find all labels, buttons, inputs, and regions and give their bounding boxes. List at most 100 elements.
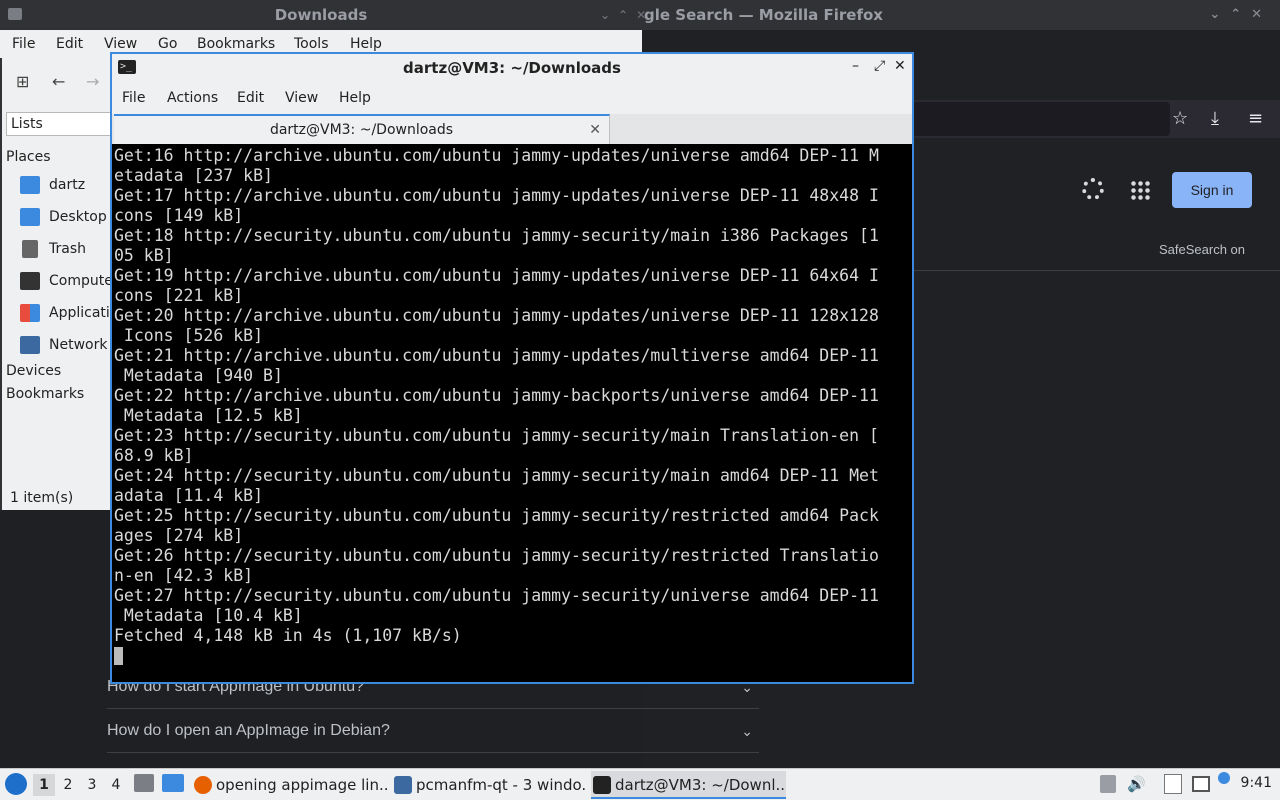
firefox-icon bbox=[194, 776, 212, 794]
terminal-line: Get:26 http://security.ubuntu.com/ubuntu… bbox=[114, 546, 879, 565]
url-bar[interactable] bbox=[912, 102, 1170, 136]
computer-icon bbox=[20, 272, 40, 290]
side-pane-mode-select[interactable]: Lists bbox=[6, 112, 114, 136]
terminal-line: Get:24 http://security.ubuntu.com/ubuntu… bbox=[114, 466, 879, 485]
terminal-menubar: File Actions Edit View Help bbox=[112, 82, 912, 114]
terminal-line: Icons [526 kB] bbox=[114, 326, 264, 345]
task-firefox[interactable]: opening appimage lin... bbox=[192, 771, 387, 799]
apps-grid-icon[interactable] bbox=[1130, 180, 1150, 200]
network-tray-icon[interactable] bbox=[1192, 776, 1210, 792]
terminal-line: ages [274 kB] bbox=[114, 526, 244, 545]
terminal-line: etadata [237 kB] bbox=[114, 166, 273, 185]
menu-tools[interactable]: Tools bbox=[294, 36, 329, 52]
terminal-output[interactable]: Get:16 http://archive.ubuntu.com/ubuntu … bbox=[114, 146, 910, 682]
place-item-computer[interactable]: Computer bbox=[20, 268, 114, 294]
menu-go[interactable]: Go bbox=[158, 36, 177, 52]
back-arrow-icon[interactable]: ← bbox=[52, 72, 65, 91]
close-icon[interactable]: ✕ bbox=[894, 58, 906, 74]
place-item-dartz[interactable]: dartz bbox=[20, 172, 114, 198]
menu-actions[interactable]: Actions bbox=[167, 90, 218, 106]
place-item-trash[interactable]: Trash bbox=[20, 236, 114, 262]
place-item-desktop[interactable]: Desktop bbox=[20, 204, 114, 230]
terminal-icon bbox=[593, 776, 611, 794]
applications-icon bbox=[20, 304, 40, 322]
terminal-window: >_ dartz@VM3: ~/Downloads – ⤢ ✕ File Act… bbox=[110, 52, 914, 684]
terminal-line: n-en [42.3 kB] bbox=[114, 566, 254, 585]
window-controls-icon[interactable]: ⌄⌃✕ bbox=[1209, 0, 1272, 30]
workspace-1[interactable]: 1 bbox=[33, 774, 55, 796]
workspace-2[interactable]: 2 bbox=[57, 774, 79, 796]
network-icon bbox=[20, 336, 40, 354]
download-icon[interactable]: ⤓ bbox=[1211, 108, 1219, 129]
task-label: pcmanfm-qt - 3 windo... bbox=[416, 776, 587, 794]
background-titlebars: Downloads ⌄⌃✕ gle Search — Mozilla Firef… bbox=[0, 0, 1280, 30]
clipboard-icon[interactable] bbox=[1164, 774, 1182, 794]
menu-view[interactable]: View bbox=[285, 90, 318, 106]
gear-icon[interactable] bbox=[1082, 178, 1104, 200]
menu-edit[interactable]: Edit bbox=[237, 90, 264, 106]
firefox-titlebar[interactable]: ⌄⌃✕ gle Search — Mozilla Firefox ⌄⌃✕ bbox=[600, 0, 1280, 30]
task-label: opening appimage lin... bbox=[216, 776, 387, 794]
volume-icon[interactable]: 🔊 bbox=[1127, 775, 1146, 793]
terminal-line: Get:19 http://archive.ubuntu.com/ubuntu … bbox=[114, 266, 879, 285]
file-manager-titlebar[interactable]: Downloads bbox=[0, 0, 642, 30]
place-item-applications[interactable]: Applications bbox=[20, 300, 114, 326]
home-folder-icon bbox=[20, 176, 40, 194]
terminal-line: Get:27 http://security.ubuntu.com/ubuntu… bbox=[114, 586, 879, 605]
faq-item[interactable]: How do I open an AppImage in Debian? ⌄ bbox=[107, 709, 759, 753]
terminal-title: dartz@VM3: ~/Downloads bbox=[403, 59, 621, 77]
close-tab-icon[interactable]: ✕ bbox=[589, 116, 601, 144]
menu-edit[interactable]: Edit bbox=[56, 36, 83, 52]
new-tab-icon[interactable]: ⊞ bbox=[16, 72, 29, 91]
faq-question: How do I open an AppImage in Debian? bbox=[107, 722, 390, 739]
safesearch-label[interactable]: SafeSearch on bbox=[1159, 242, 1245, 257]
start-menu-icon[interactable] bbox=[5, 773, 27, 795]
terminal-line: Get:16 http://archive.ubuntu.com/ubuntu … bbox=[114, 146, 879, 165]
task-label: dartz@VM3: ~/Downl... bbox=[615, 776, 786, 794]
terminal-line: Get:21 http://archive.ubuntu.com/ubuntu … bbox=[114, 346, 879, 365]
chevron-down-icon: ⌄ bbox=[741, 723, 753, 739]
terminal-line: Get:17 http://archive.ubuntu.com/ubuntu … bbox=[114, 186, 879, 205]
terminal-prompt-line bbox=[114, 646, 910, 666]
workspace-4[interactable]: 4 bbox=[105, 774, 127, 796]
menu-file[interactable]: File bbox=[122, 90, 145, 106]
bookmarks-heading[interactable]: Bookmarks bbox=[6, 386, 84, 402]
show-desktop-icon[interactable] bbox=[134, 774, 154, 792]
status-bar: 1 item(s) bbox=[10, 490, 74, 506]
place-item-network[interactable]: Network bbox=[20, 332, 114, 358]
terminal-line: Fetched 4,148 kB in 4s (1,107 kB/s) bbox=[114, 626, 462, 645]
workspace-3[interactable]: 3 bbox=[81, 774, 103, 796]
places-heading[interactable]: Places bbox=[6, 149, 51, 165]
forward-arrow-icon[interactable]: → bbox=[86, 72, 99, 91]
terminal-tab[interactable]: dartz@VM3: ~/Downloads ✕ bbox=[114, 114, 610, 144]
task-file-manager[interactable]: pcmanfm-qt - 3 windo... bbox=[392, 771, 587, 799]
terminal-titlebar[interactable]: >_ dartz@VM3: ~/Downloads – ⤢ ✕ bbox=[112, 54, 912, 82]
file-manager-launcher-icon[interactable] bbox=[162, 774, 184, 792]
menu-bookmarks[interactable]: Bookmarks bbox=[197, 36, 275, 52]
menu-help[interactable]: Help bbox=[350, 36, 382, 52]
place-label: Trash bbox=[49, 241, 86, 257]
trash-icon bbox=[22, 240, 38, 258]
menu-help[interactable]: Help bbox=[339, 90, 371, 106]
file-manager-window: ⊞ ← → Lists Places dartz Desktop Trash C… bbox=[0, 58, 114, 510]
terminal-line: Metadata [10.4 kB] bbox=[114, 606, 303, 625]
menu-file[interactable]: File bbox=[12, 36, 35, 52]
folder-icon bbox=[8, 8, 22, 20]
minimize-icon[interactable]: – bbox=[852, 58, 859, 74]
file-manager-toolbar: ⊞ ← → bbox=[2, 58, 114, 108]
star-icon[interactable]: ☆ bbox=[1172, 108, 1188, 129]
terminal-line: Get:18 http://security.ubuntu.com/ubuntu… bbox=[114, 226, 879, 245]
maximize-icon[interactable]: ⤢ bbox=[874, 58, 885, 74]
task-terminal[interactable]: dartz@VM3: ~/Downl... bbox=[591, 771, 786, 799]
firefox-title: gle Search — Mozilla Firefox bbox=[644, 6, 883, 24]
menu-view[interactable]: View bbox=[104, 36, 137, 52]
menu-icon[interactable]: ≡ bbox=[1248, 108, 1263, 129]
terminal-line: Get:23 http://security.ubuntu.com/ubuntu… bbox=[114, 426, 879, 445]
update-notifier-icon[interactable] bbox=[1100, 775, 1116, 793]
clock[interactable]: 9:41 bbox=[1241, 775, 1272, 791]
terminal-line: Get:20 http://archive.ubuntu.com/ubuntu … bbox=[114, 306, 879, 325]
terminal-line: Metadata [940 B] bbox=[114, 366, 283, 385]
devices-heading[interactable]: Devices bbox=[6, 363, 61, 379]
sign-in-button[interactable]: Sign in bbox=[1172, 172, 1252, 208]
notification-icon[interactable] bbox=[1218, 772, 1230, 784]
